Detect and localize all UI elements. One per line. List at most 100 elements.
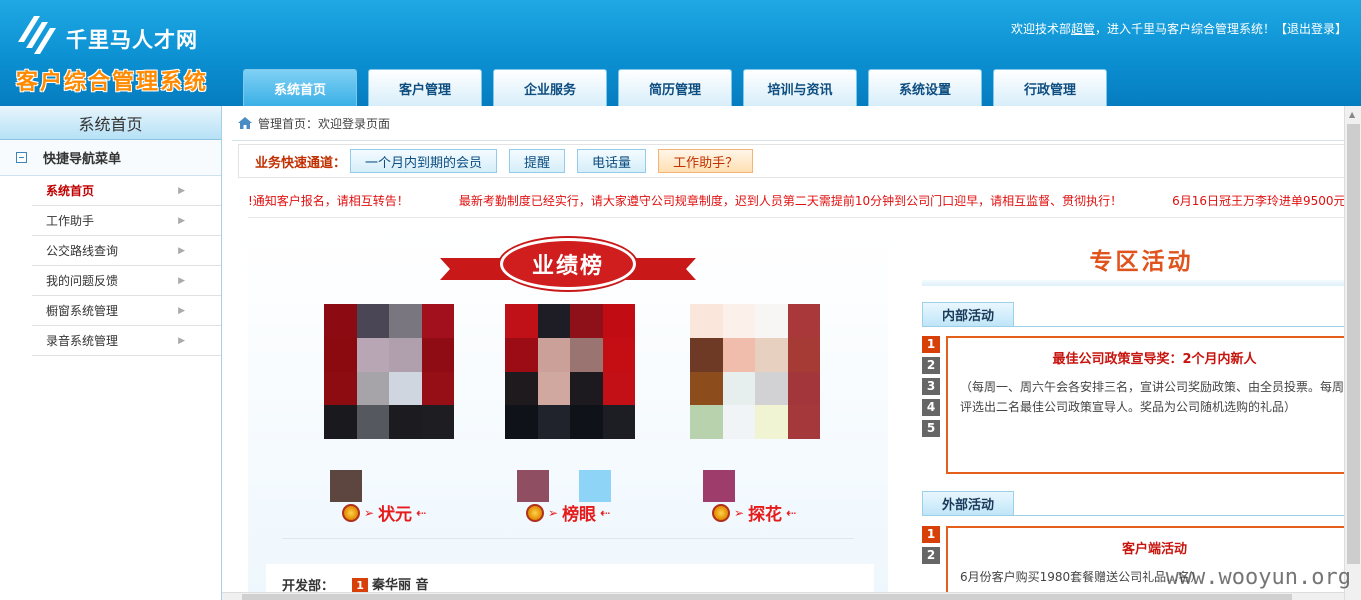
- top2-photo: [505, 304, 635, 439]
- breadcrumb-text: 管理首页：欢迎登录页面: [258, 116, 391, 131]
- tab-internal-activities[interactable]: 内部活动: [922, 302, 1014, 326]
- tab-admin[interactable]: 行政管理: [993, 69, 1107, 106]
- page-number[interactable]: 4: [922, 399, 940, 416]
- chevron-right-icon: ▶: [178, 245, 185, 256]
- collapse-icon[interactable]: [16, 152, 27, 163]
- tab-settings[interactable]: 系统设置: [868, 69, 982, 106]
- header: 千里马人才网 客户综合管理系统 欢迎技术部超管，进入千里马客户综合管理系统！【退…: [0, 0, 1361, 106]
- notice-item: 6月16日冠王万李玲进单9500元: [1172, 194, 1346, 208]
- main-nav: 系统首页 客户管理 企业服务 简历管理 培训与资讯 系统设置 行政管理: [243, 69, 1107, 106]
- internal-activity-title: 最佳公司政策宣导奖：2个月内新人: [1052, 352, 1257, 367]
- tab-customer[interactable]: 客户管理: [368, 69, 482, 106]
- tab-enterprise[interactable]: 企业服务: [493, 69, 607, 106]
- tab-resume[interactable]: 简历管理: [618, 69, 732, 106]
- medal-icon: [342, 503, 360, 522]
- sidebar: 系统首页 快捷导航菜单 系统首页 ▶ 工作助手 ▶ 公交路线查询 ▶ 我的问题反馈 ▶ …: [0, 106, 222, 600]
- quick-access-label: 业务快速通道：: [255, 155, 347, 171]
- sidebar-item-label: 橱窗系统管理: [46, 304, 119, 318]
- tab-home[interactable]: 系统首页: [243, 69, 357, 106]
- breadcrumb: 管理首页：欢迎登录页面: [232, 106, 1361, 141]
- logout-link[interactable]: 【退出登录】: [1275, 22, 1347, 36]
- main-content: 管理首页：欢迎登录页面 业务快速通道： 一个月内到期的会员 提醒 电话量 工作助…: [232, 106, 1361, 600]
- vertical-scrollbar[interactable]: ▲: [1344, 106, 1361, 600]
- department-label: 开发部：: [282, 578, 335, 594]
- welcome-user-link[interactable]: 超管: [1071, 22, 1095, 36]
- page-number[interactable]: 2: [922, 357, 940, 374]
- top3-title-label: 探花: [748, 505, 783, 525]
- notice-marquee: !通知客户报名，请相互转告！ 最新考勤制度已经实行，请大家遵守公司规章制度，迟到…: [248, 182, 1361, 218]
- page-number[interactable]: 1: [922, 336, 940, 353]
- top2-title: ➢ 榜眼 ⇠: [526, 500, 610, 525]
- arrow-right-icon: ➢: [548, 505, 559, 520]
- ranking-ribbon: 业绩榜: [440, 238, 696, 290]
- sidebar-menu: 系统首页 ▶ 工作助手 ▶ 公交路线查询 ▶ 我的问题反馈 ▶ 橱窗系统管理 ▶ 录音系统…: [32, 176, 221, 356]
- internal-activity-desc: （每周一、周六午会各安排三名，宣讲公司奖励政策、由全员投票。每周评选出二名最佳公…: [960, 380, 1345, 414]
- chevron-right-icon: ▶: [178, 305, 185, 316]
- welcome-suffix: ，进入千里马客户综合管理系统！: [1094, 22, 1275, 36]
- sidebar-item-recording[interactable]: 录音系统管理 ▶: [32, 326, 221, 356]
- work-assistant-button[interactable]: 工作助手？: [658, 149, 754, 173]
- site-name: 千里马人才网: [66, 28, 198, 52]
- welcome-bar: 欢迎技术部超管，进入千里马客户综合管理系统！【退出登录】: [1011, 20, 1347, 37]
- page-number[interactable]: 3: [922, 378, 940, 395]
- tab-external-activities[interactable]: 外部活动: [922, 491, 1014, 515]
- top2-title-label: 榜眼: [562, 505, 597, 525]
- notice-item: !通知客户报名，请相互转告！: [248, 194, 409, 208]
- home-icon: [238, 117, 252, 129]
- system-name: 客户综合管理系统: [16, 70, 209, 95]
- logo: 千里马人才网 客户综合管理系统: [12, 12, 232, 95]
- top3-title: ➢ 探花 ⇠: [712, 500, 796, 525]
- scrollbar-thumb[interactable]: [1347, 124, 1360, 564]
- top1-photo: [324, 304, 454, 439]
- sidebar-item-feedback[interactable]: 我的问题反馈 ▶: [32, 266, 221, 296]
- performance-ranking: 业绩榜 ➢ 状元 ⇠ ➢ 榜眼 ⇠ ➢ 探花 ⇠ 开发部： 1 秦华丽 音: [248, 230, 888, 600]
- page-number[interactable]: 1: [922, 526, 940, 543]
- sidebar-item-label: 录音系统管理: [46, 334, 119, 348]
- top1-title: ➢ 状元 ⇠: [342, 500, 426, 525]
- watermark: www.wooyun.org: [1165, 565, 1351, 590]
- arrow-left-icon: ⇠: [600, 505, 611, 520]
- tab-training[interactable]: 培训与资讯: [743, 69, 857, 106]
- chevron-right-icon: ▶: [178, 185, 185, 196]
- sidebar-item-label: 工作助手: [46, 214, 95, 228]
- top2-avatar-alt: [579, 470, 611, 502]
- quick-menu-label: 快捷导航菜单: [43, 152, 122, 167]
- medal-icon: [526, 503, 544, 522]
- call-volume-button[interactable]: 电话量: [577, 149, 647, 173]
- divider: [282, 538, 854, 539]
- top1-title-label: 状元: [378, 505, 413, 525]
- chevron-right-icon: ▶: [178, 215, 185, 226]
- zone-band: [922, 280, 1361, 286]
- external-activity-title: 客户端活动: [1121, 542, 1187, 557]
- sidebar-item-label: 系统首页: [46, 184, 95, 198]
- horizontal-scrollbar[interactable]: [222, 592, 1344, 600]
- sidebar-item-bus-route[interactable]: 公交路线查询 ▶: [32, 236, 221, 266]
- page-number[interactable]: 5: [922, 420, 940, 437]
- sidebar-title: 系统首页: [0, 106, 221, 140]
- welcome-prefix: 欢迎技术部: [1010, 22, 1071, 36]
- reminder-button[interactable]: 提醒: [509, 149, 566, 173]
- sidebar-item-work-assistant[interactable]: 工作助手 ▶: [32, 206, 221, 236]
- top2-avatar: [517, 470, 549, 502]
- zone-title: 专区活动: [1089, 249, 1194, 275]
- quick-menu-toggle[interactable]: 快捷导航菜单: [0, 140, 221, 176]
- quick-access-bar: 业务快速通道： 一个月内到期的会员 提醒 电话量 工作助手？: [238, 144, 1361, 178]
- activity-zone: 专区活动 内部活动 1 2 3 4 5 最佳公司政策宣导奖：2个月内新人 （每周…: [922, 230, 1361, 600]
- top3-avatar: [703, 470, 735, 502]
- expiring-members-button[interactable]: 一个月内到期的会员: [350, 149, 498, 173]
- divider: [922, 326, 1361, 327]
- external-pager: 1 2: [922, 526, 940, 564]
- chevron-right-icon: ▶: [178, 275, 185, 286]
- top3-photo: [690, 304, 820, 439]
- logo-icon: [18, 16, 56, 54]
- page-number[interactable]: 2: [922, 547, 940, 564]
- arrow-right-icon: ➢: [734, 505, 745, 520]
- scroll-up-icon[interactable]: ▲: [1349, 110, 1355, 119]
- sidebar-item-showcase[interactable]: 橱窗系统管理 ▶: [32, 296, 221, 326]
- department-entry: 1 秦华丽 音: [352, 574, 429, 594]
- internal-activity-card: 最佳公司政策宣导奖：2个月内新人 （每周一、周六午会各安排三名，宣讲公司奖励政策…: [946, 336, 1361, 474]
- arrow-left-icon: ⇠: [416, 505, 427, 520]
- sidebar-item-home[interactable]: 系统首页 ▶: [32, 176, 221, 206]
- scrollbar-thumb[interactable]: [242, 594, 1292, 600]
- sidebar-item-label: 公交路线查询: [46, 244, 119, 258]
